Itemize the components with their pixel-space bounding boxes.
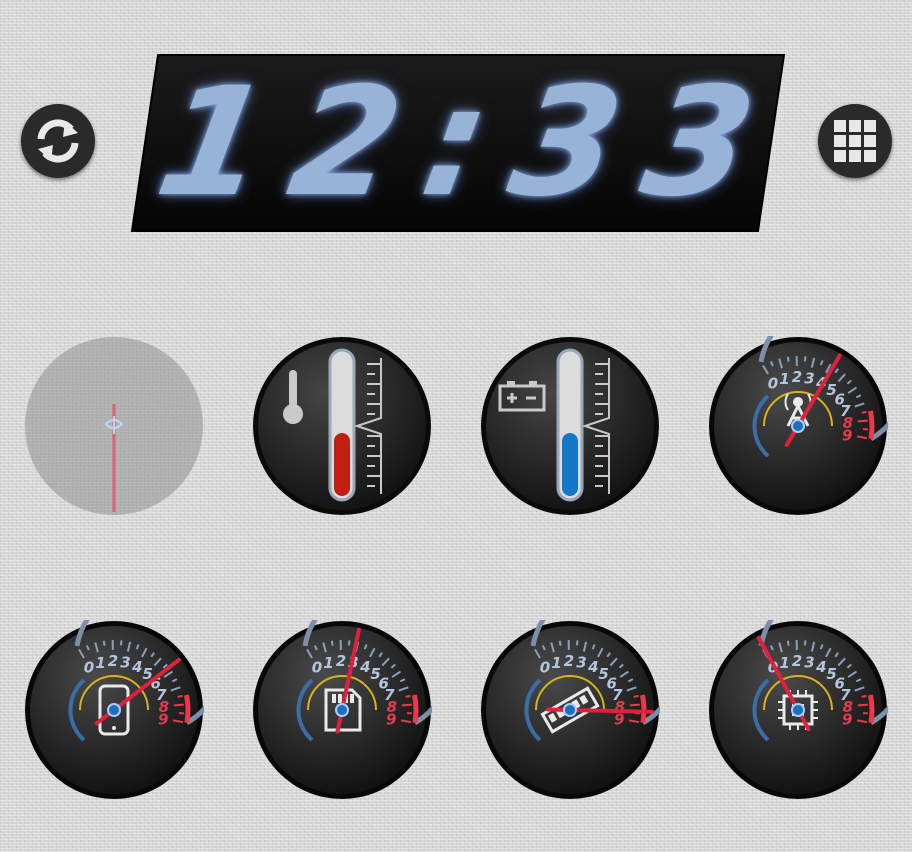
sd-card-gauge[interactable]: 0123456789 bbox=[252, 620, 432, 800]
gauge-scale-label: 1 bbox=[551, 654, 561, 672]
gauge-scale-label: 2 bbox=[336, 652, 346, 670]
gauge-scale-label: 1 bbox=[323, 654, 333, 672]
gauge-scale-label: 1 bbox=[779, 370, 789, 388]
grid-icon bbox=[834, 120, 876, 162]
phone-storage-gauge[interactable]: 0123456789 bbox=[24, 620, 204, 800]
refresh-button[interactable] bbox=[21, 104, 95, 178]
clock-time: 12:33 bbox=[145, 56, 795, 230]
gauge-scale-label: 9 bbox=[842, 711, 852, 729]
gauge-scale-label: 9 bbox=[386, 711, 396, 729]
gauge-scale-label: 9 bbox=[614, 711, 624, 729]
gauge-scale-label: 9 bbox=[158, 711, 168, 729]
digital-clock: 12:33 bbox=[128, 53, 794, 233]
gauge-scale-label: 2 bbox=[792, 368, 802, 386]
gauge-scale-label: 4 bbox=[815, 658, 826, 676]
gauge-scale-label: 9 bbox=[842, 427, 852, 445]
temperature-level bbox=[334, 433, 350, 496]
cpu-gauge[interactable]: 0123456789 bbox=[708, 620, 888, 800]
gauge-scale-label: 2 bbox=[792, 652, 802, 670]
gauge-scale-label: 2 bbox=[564, 652, 574, 670]
signal-gauge[interactable]: 0123456789 bbox=[708, 336, 888, 516]
gauge-scale-label: 4 bbox=[131, 658, 142, 676]
gauge-scale-label: 2 bbox=[108, 652, 118, 670]
compass-widget[interactable] bbox=[24, 336, 204, 516]
gauge-scale-label: 0 bbox=[540, 659, 550, 677]
refresh-icon bbox=[37, 119, 79, 163]
gauge-scale-label: 4 bbox=[587, 658, 598, 676]
gauge-scale-label: 0 bbox=[768, 375, 778, 393]
gauge-scale-label: 0 bbox=[312, 659, 322, 677]
gauge-scale-label: 1 bbox=[779, 654, 789, 672]
gauge-scale-label: 3 bbox=[576, 653, 586, 671]
gauge-scale-label: 1 bbox=[95, 654, 105, 672]
battery-gauge[interactable] bbox=[480, 336, 660, 516]
gauge-scale-label: 3 bbox=[804, 369, 814, 387]
apps-grid-button[interactable] bbox=[818, 104, 892, 178]
gauge-scale-label: 0 bbox=[84, 659, 94, 677]
memory-card-gauge[interactable]: 0123456789 bbox=[480, 620, 660, 800]
gauge-scale-label: 3 bbox=[120, 653, 130, 671]
battery-level bbox=[562, 433, 578, 496]
gauge-scale-label: 3 bbox=[804, 653, 814, 671]
gauge-scale-label: 4 bbox=[359, 658, 370, 676]
temperature-gauge[interactable] bbox=[252, 336, 432, 516]
